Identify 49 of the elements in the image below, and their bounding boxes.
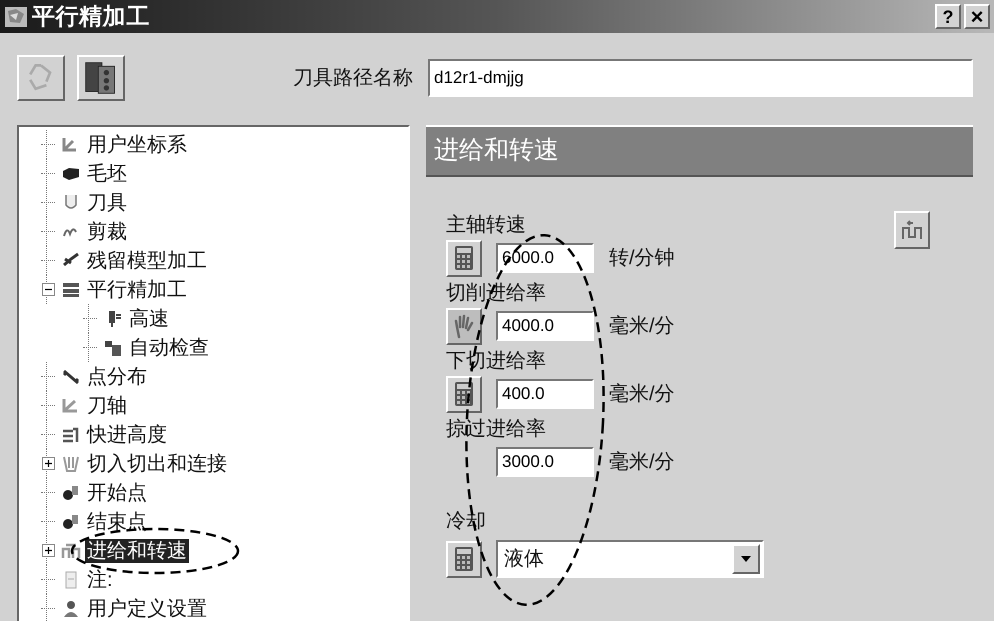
- hand-button[interactable]: [446, 308, 482, 344]
- tree-item[interactable]: 进给和转速: [85, 538, 189, 562]
- expand-toggle-icon[interactable]: [42, 544, 54, 557]
- feed-rate-field[interactable]: 6000.0: [496, 243, 594, 273]
- field-label: 刀具路径名称: [293, 66, 413, 91]
- feed-rate-field[interactable]: 4000.0: [496, 311, 594, 341]
- calculator-button[interactable]: [446, 376, 482, 412]
- help-button[interactable]: ?: [935, 4, 961, 29]
- tree-item[interactable]: 刀具: [85, 190, 129, 214]
- tree-item[interactable]: 用户定义设置: [85, 596, 209, 620]
- tree-item[interactable]: 注:: [85, 568, 115, 592]
- tree-item[interactable]: 切入切出和连接: [85, 452, 229, 476]
- coolant-dropdown[interactable]: 液体: [496, 540, 764, 578]
- hand-icon: [453, 313, 475, 339]
- tree-item[interactable]: 毛坯: [85, 162, 129, 186]
- dropdown-value: 液体: [504, 547, 545, 572]
- tree-item[interactable]: 剪裁: [85, 220, 129, 244]
- tree-item[interactable]: 开始点: [85, 480, 149, 504]
- unit-label: 毫米/分: [609, 450, 675, 475]
- calculator-icon: [454, 546, 474, 572]
- tree-item[interactable]: 刀轴: [85, 394, 129, 418]
- feed-rate-field[interactable]: 3000.0: [496, 447, 594, 477]
- tree-item[interactable]: 高速: [127, 306, 171, 330]
- feed-rate-field[interactable]: 400.0: [496, 379, 594, 409]
- tree-item[interactable]: 平行精加工: [85, 278, 189, 302]
- unit-label: 转/分钟: [609, 246, 675, 271]
- field-label: 切削进给率: [446, 281, 546, 306]
- tree-item[interactable]: 点分布: [85, 364, 149, 388]
- expand-toggle-icon[interactable]: [42, 457, 54, 470]
- tree-item[interactable]: 用户坐标系: [85, 132, 189, 156]
- tree-item[interactable]: 残留模型加工: [85, 248, 209, 272]
- calculator-icon: [454, 245, 474, 271]
- collapse-toggle-icon[interactable]: [42, 283, 54, 296]
- feed-profile-button[interactable]: [894, 211, 930, 249]
- close-button[interactable]: ×: [964, 4, 990, 29]
- toolpath-name-field[interactable]: d12r1-dmjjg: [428, 59, 973, 97]
- unit-label: 毫米/分: [609, 382, 675, 407]
- step-profile-icon: [900, 218, 924, 242]
- section-header: 进给和转速: [426, 125, 973, 177]
- unit-label: 毫米/分: [609, 314, 675, 339]
- calculator-button[interactable]: [446, 540, 482, 578]
- tree-item[interactable]: 自动检查: [127, 336, 211, 360]
- calculator-icon: [454, 381, 474, 407]
- calculator-button[interactable]: [446, 240, 482, 276]
- toolbar-button[interactable]: [77, 55, 125, 101]
- window-title: 平行精加工: [32, 2, 150, 32]
- app-icon: [4, 4, 28, 28]
- field-label: 主轴转速: [446, 213, 526, 238]
- tree-item[interactable]: 快进高度: [85, 422, 169, 446]
